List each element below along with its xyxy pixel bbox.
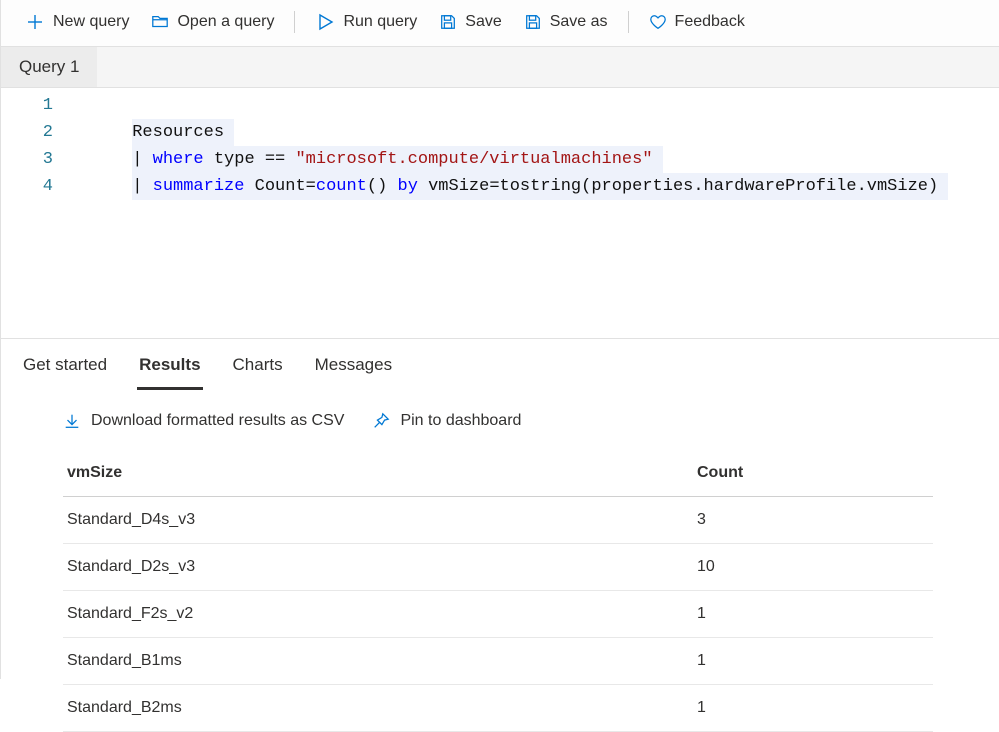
code-line: Resources (132, 119, 234, 146)
cell-vmsize: Standard_B1ms (63, 638, 693, 685)
run-query-button[interactable]: Run query (305, 6, 427, 38)
cell-vmsize: Standard_B2ms (63, 685, 693, 732)
code-token: by (398, 177, 418, 196)
run-query-label: Run query (343, 13, 417, 31)
new-query-label: New query (53, 13, 129, 31)
tab-results[interactable]: Results (137, 351, 202, 390)
results-table-wrapper: vmSize Count Standard_D4s_v3 3 Standard_… (1, 440, 999, 732)
tab-charts[interactable]: Charts (231, 351, 285, 390)
code-line (71, 227, 999, 254)
code-token: | (132, 177, 152, 196)
result-tabs: Get started Results Charts Messages (1, 339, 999, 390)
line-number: 4 (1, 173, 55, 200)
table-row[interactable]: Standard_F2s_v2 1 (63, 591, 933, 638)
cell-count: 3 (693, 497, 933, 544)
toolbar-separator (294, 11, 295, 33)
save-as-button[interactable]: Save as (514, 7, 618, 37)
cell-count: 10 (693, 544, 933, 591)
line-number: 2 (1, 119, 55, 146)
table-row[interactable]: Standard_B1ms 1 (63, 638, 933, 685)
new-query-button[interactable]: New query (15, 6, 139, 38)
table-row[interactable]: Standard_B2ms 1 (63, 685, 933, 732)
tab-label: Get started (23, 355, 107, 374)
feedback-button[interactable]: Feedback (639, 7, 755, 37)
feedback-label: Feedback (675, 13, 745, 31)
code-token: Resources (132, 123, 224, 142)
code-token: | (132, 150, 152, 169)
code-token: "microsoft.compute/virtualmachines" (295, 150, 652, 169)
save-as-label: Save as (550, 13, 608, 31)
line-number-gutter: 1 2 3 4 (1, 92, 71, 308)
play-icon (315, 12, 335, 32)
download-csv-button[interactable]: Download formatted results as CSV (63, 412, 344, 430)
cell-count: 1 (693, 591, 933, 638)
cell-vmsize: Standard_D4s_v3 (63, 497, 693, 544)
open-query-button[interactable]: Open a query (141, 7, 284, 37)
plus-icon (25, 12, 45, 32)
query-tab-bar: Query 1 (1, 47, 999, 88)
tab-label: Results (139, 355, 200, 374)
toolbar-separator (628, 11, 629, 33)
line-number: 1 (1, 92, 55, 119)
code-line: | summarize Count=count() by vmSize=tost… (132, 173, 948, 200)
folder-open-icon (151, 13, 169, 31)
tab-get-started[interactable]: Get started (21, 351, 109, 390)
save-button[interactable]: Save (429, 7, 511, 37)
result-actions: Download formatted results as CSV Pin to… (1, 390, 999, 440)
code-token: Count= (244, 177, 315, 196)
code-token: type == (204, 150, 296, 169)
save-as-icon (524, 13, 542, 31)
code-token: () (367, 177, 398, 196)
download-icon (63, 412, 81, 430)
table-row[interactable]: Standard_D2s_v3 10 (63, 544, 933, 591)
pin-dashboard-label: Pin to dashboard (400, 412, 521, 430)
column-header-vmsize[interactable]: vmSize (63, 450, 693, 497)
save-label: Save (465, 13, 501, 31)
cell-vmsize: Standard_F2s_v2 (63, 591, 693, 638)
code-area[interactable]: Resources | where type == "microsoft.com… (71, 92, 999, 308)
code-token: where (153, 150, 204, 169)
tab-label: Messages (315, 355, 392, 374)
code-token: summarize (153, 177, 245, 196)
query-tab[interactable]: Query 1 (1, 47, 97, 87)
results-table: vmSize Count Standard_D4s_v3 3 Standard_… (63, 450, 933, 732)
tab-messages[interactable]: Messages (313, 351, 394, 390)
pin-icon (372, 412, 390, 430)
open-query-label: Open a query (177, 13, 274, 31)
cell-count: 1 (693, 685, 933, 732)
table-header-row: vmSize Count (63, 450, 933, 497)
line-number: 3 (1, 146, 55, 173)
download-csv-label: Download formatted results as CSV (91, 412, 344, 430)
save-icon (439, 13, 457, 31)
tab-label: Charts (233, 355, 283, 374)
app-root: New query Open a query Run query Save S (0, 0, 999, 679)
pin-dashboard-button[interactable]: Pin to dashboard (372, 412, 521, 430)
table-row[interactable]: Standard_D4s_v3 3 (63, 497, 933, 544)
code-token: count (316, 177, 367, 196)
code-token: vmSize=tostring(properties.hardwareProfi… (418, 177, 938, 196)
toolbar: New query Open a query Run query Save S (1, 0, 999, 47)
cell-count: 1 (693, 638, 933, 685)
query-tab-label: Query 1 (19, 57, 79, 76)
cell-vmsize: Standard_D2s_v3 (63, 544, 693, 591)
heart-icon (649, 13, 667, 31)
code-line: | where type == "microsoft.compute/virtu… (132, 146, 662, 173)
code-editor[interactable]: 1 2 3 4 Resources | where type == "micro… (1, 88, 999, 339)
column-header-count[interactable]: Count (693, 450, 933, 497)
